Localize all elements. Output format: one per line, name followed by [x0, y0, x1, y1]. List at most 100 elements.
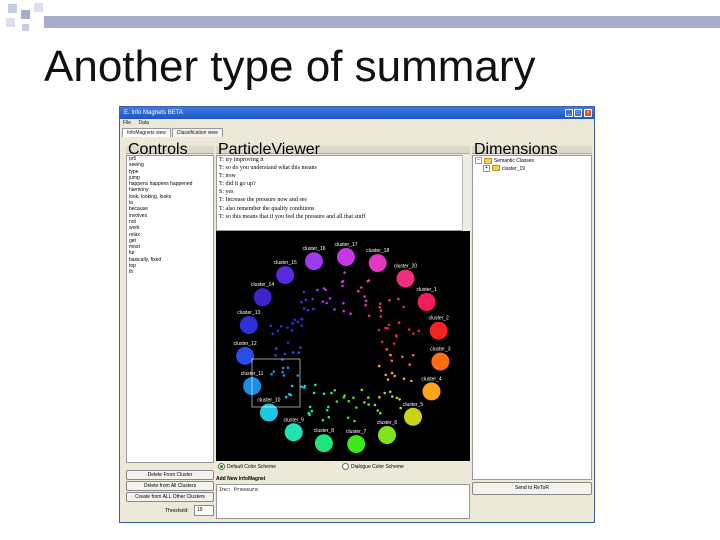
particle: [296, 374, 299, 377]
particle: [308, 405, 312, 409]
tree-child[interactable]: + cluster_19: [475, 164, 589, 173]
window-titlebar: E. Info Magnets BETA _ □ ×: [120, 107, 594, 119]
infomagnet[interactable]: [337, 248, 355, 266]
particle: [322, 392, 326, 396]
particle: [408, 363, 411, 366]
particle: [308, 413, 311, 416]
transcript-scrollbar[interactable]: [462, 155, 470, 231]
window-title: E. Info Magnets BETA: [124, 110, 183, 116]
infomagnet[interactable]: [259, 403, 278, 422]
transcript-viewer[interactable]: T: try improving it T: so do you understa…: [216, 155, 470, 231]
tab-infomagnets-view[interactable]: InfoMagnets view: [122, 128, 171, 137]
infomagnet-query-input[interactable]: Inc: Pressure: [216, 484, 470, 519]
threshold-input[interactable]: 19: [194, 505, 214, 516]
menu-data[interactable]: Data: [138, 120, 149, 126]
particle: [383, 391, 386, 395]
particle: [399, 406, 402, 410]
particle: [286, 326, 289, 329]
particle: [401, 355, 404, 359]
tree-root[interactable]: − Semantic Classes: [475, 157, 589, 165]
infomagnet-label: cluster_2: [429, 316, 450, 322]
close-icon[interactable]: ×: [584, 109, 592, 117]
particle: [342, 301, 345, 305]
particle: [303, 386, 306, 389]
tab-classification-view[interactable]: Classification view: [171, 128, 223, 137]
expand-icon[interactable]: +: [483, 164, 490, 172]
transcript-line: T: did it go up?: [219, 181, 256, 188]
infomagnet-label: cluster_13: [237, 310, 260, 316]
particle: [347, 399, 350, 403]
particle: [302, 290, 306, 294]
infomagnet[interactable]: [236, 346, 255, 365]
particle: [300, 317, 303, 321]
infomagnet[interactable]: [284, 423, 303, 442]
particle: [290, 384, 294, 388]
infomagnet-label: cluster_16: [302, 246, 325, 252]
controls-header: Controls: [126, 142, 214, 158]
infomagnet[interactable]: [429, 321, 448, 340]
infomagnet[interactable]: [347, 435, 366, 454]
transcript-line: T: so this means that if you feel the pr…: [219, 213, 366, 220]
infomagnets-canvas[interactable]: cluster_16 cluster_17 cluster_18 cluster_20…: [216, 231, 470, 461]
dialogue-color-scheme-option[interactable]: Dialogue Color Scheme: [342, 463, 404, 470]
infomagnet-label: cluster_4: [421, 376, 442, 382]
particle: [349, 312, 352, 315]
collapse-icon[interactable]: −: [475, 157, 482, 164]
infomagnet[interactable]: [368, 254, 387, 273]
infomagnet[interactable]: [276, 266, 295, 285]
controls-list[interactable]: pr5 seeing type jump happens happens happene…: [126, 155, 214, 463]
controls-list-item[interactable]: th: [129, 269, 213, 275]
cluster-visualization[interactable]: cluster_16 cluster_17 cluster_18 cluster_20…: [216, 231, 470, 461]
infomagnet-label: cluster_1: [416, 287, 437, 293]
particle: [293, 318, 296, 321]
maximize-icon[interactable]: □: [574, 109, 582, 117]
particle: [300, 324, 304, 327]
infomagnet[interactable]: [417, 293, 436, 311]
particle: [378, 302, 382, 305]
particle: [364, 299, 368, 303]
infomagnet[interactable]: [305, 252, 323, 271]
delete-from-cluster-button[interactable]: Delete From Cluster: [126, 470, 214, 480]
minimize-icon[interactable]: _: [565, 109, 573, 117]
radio-icon[interactable]: [342, 463, 349, 470]
infomagnet[interactable]: [404, 407, 422, 426]
semantic-classes-tree[interactable]: − Semantic Classes + cluster_19: [472, 155, 592, 480]
infomagnet[interactable]: [396, 269, 415, 288]
particle: [378, 364, 381, 368]
particle: [367, 396, 370, 399]
infomagnet[interactable]: [253, 288, 272, 307]
delete-from-all-clusters-button[interactable]: Delete from All Clusters: [126, 481, 214, 491]
infomagnet[interactable]: [239, 316, 258, 335]
particle: [411, 353, 415, 357]
particle: [353, 419, 356, 423]
send-button[interactable]: Send to ReToR: [472, 482, 592, 495]
infomagnet[interactable]: [314, 434, 333, 453]
particle: [363, 401, 366, 404]
default-color-scheme-option[interactable]: Default Color Scheme: [218, 463, 276, 470]
particle: [291, 351, 295, 354]
particle: [380, 340, 384, 344]
particle: [385, 348, 389, 351]
radio-selected-icon[interactable]: [218, 463, 225, 470]
particle: [390, 359, 394, 362]
particle: [377, 328, 381, 332]
add-new-infomagnet-label: Add New InfoMagnet: [216, 476, 266, 482]
particle: [397, 297, 400, 301]
particle: [300, 385, 303, 389]
particle: [312, 391, 316, 395]
particle: [388, 299, 391, 302]
create-from-all-clusters-button[interactable]: Create from ALL Other Clusters: [126, 492, 214, 502]
particle: [290, 329, 294, 332]
particle: [291, 322, 294, 325]
particle: [284, 395, 288, 399]
infomagnet[interactable]: [431, 352, 450, 371]
particle: [355, 406, 358, 409]
infomagnet[interactable]: [422, 382, 441, 401]
particle: [322, 287, 326, 290]
infomagnet[interactable]: [378, 426, 396, 444]
particle: [360, 286, 363, 289]
particle: [392, 342, 396, 345]
particle: [289, 393, 293, 397]
particle: [402, 305, 405, 309]
menu-file[interactable]: File: [123, 120, 131, 126]
